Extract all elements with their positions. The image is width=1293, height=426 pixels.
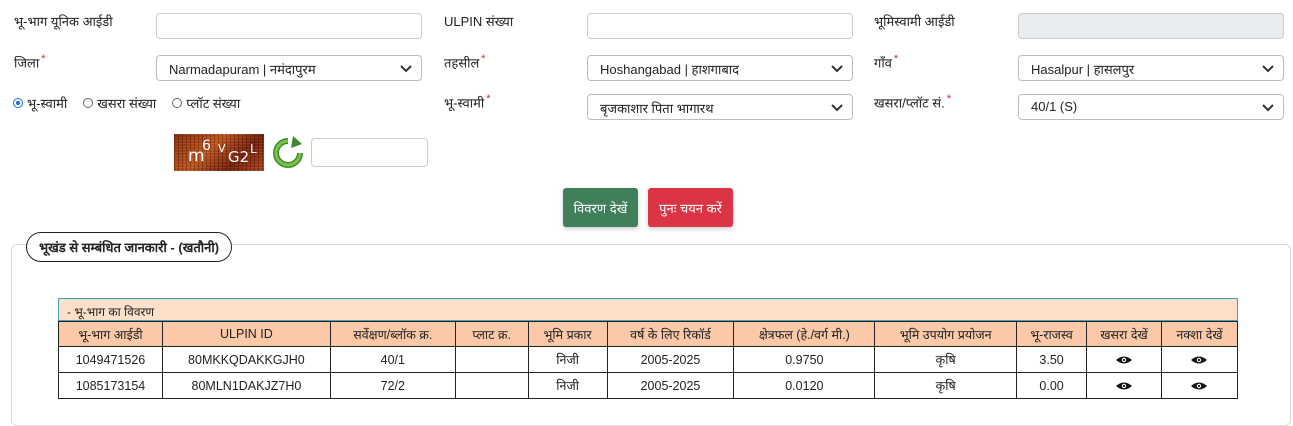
col-header: सर्वेक्षण/ब्लॉक क्र. bbox=[329, 321, 456, 347]
chevron-down-icon bbox=[1262, 104, 1274, 112]
unique-id-input[interactable] bbox=[156, 13, 422, 39]
cell-year: 2005-2025 bbox=[606, 372, 735, 399]
eye-icon[interactable] bbox=[1115, 381, 1133, 391]
cell-year: 2005-2025 bbox=[606, 346, 735, 373]
owner-label: भू-स्वामी * bbox=[444, 93, 491, 111]
owner-select[interactable]: बृजकाशार पिता भागारथ bbox=[587, 94, 853, 120]
tehsil-select[interactable]: Hoshangabad | हाशगाबाद bbox=[587, 55, 853, 81]
refresh-icon[interactable] bbox=[271, 136, 305, 170]
district-select[interactable]: Narmadapuram | नमंदापुरम bbox=[156, 55, 422, 81]
cell-land-id: 1085173154 bbox=[58, 372, 163, 399]
captcha-char: L bbox=[250, 142, 257, 156]
captcha-image: m 6 V G2 L bbox=[174, 134, 264, 171]
cell-ulpin: 80MKKQDAKKGJH0 bbox=[161, 346, 331, 373]
cell-ulpin: 80MLN1DAKJZ7H0 bbox=[161, 372, 331, 399]
radio-khasra-label: खसरा संख्या bbox=[97, 96, 157, 111]
cell-revenue: 0.00 bbox=[1016, 372, 1088, 399]
col-header: नक्शा देखें bbox=[1160, 321, 1239, 347]
cell-land-type: निजी bbox=[527, 346, 608, 373]
cell-survey: 40/1 bbox=[329, 346, 456, 373]
table-row: 1049471526 80MKKQDAKKGJH0 40/1 निजी 2005… bbox=[58, 346, 1239, 373]
owner-id-label: भूमिस्वामी आईडी bbox=[874, 14, 955, 29]
district-value: Narmadapuram | नमंदापुरम bbox=[169, 62, 316, 77]
view-details-button[interactable]: विवरण देखें bbox=[563, 188, 638, 227]
khasra-select[interactable]: 40/1 (S) bbox=[1018, 94, 1284, 120]
owner-value: बृजकाशार पिता भागारथ bbox=[600, 101, 714, 116]
unique-id-label: भू-भाग यूनिक आईडी bbox=[14, 14, 113, 29]
search-mode-group: भू-स्वामी खसरा संख्या प्लॉट संख्या bbox=[13, 94, 240, 112]
tehsil-label: तहसील * bbox=[444, 53, 486, 71]
required-mark: * bbox=[946, 93, 951, 105]
ulpin-input[interactable] bbox=[587, 13, 853, 39]
radio-plot-label: प्लॉट संख्या bbox=[186, 96, 241, 111]
col-header: भूमि उपयोग प्रयोजन bbox=[874, 321, 1018, 347]
chevron-down-icon bbox=[1262, 65, 1274, 73]
col-header: खसरा देखें bbox=[1086, 321, 1162, 347]
village-label: गाँव * bbox=[874, 53, 899, 71]
cell-survey: 72/2 bbox=[329, 372, 456, 399]
tehsil-value: Hoshangabad | हाशगाबाद bbox=[600, 62, 740, 77]
reset-button[interactable]: पुनः चयन करें bbox=[648, 188, 733, 227]
col-header: भू-राजस्व bbox=[1016, 321, 1088, 347]
cell-view-map bbox=[1160, 372, 1239, 399]
captcha-char: G2 bbox=[228, 148, 250, 166]
table-row: 1085173154 80MLN1DAKJZ7H0 72/2 निजी 2005… bbox=[58, 372, 1239, 399]
col-header: ULPIN ID bbox=[161, 321, 331, 347]
required-mark: * bbox=[481, 53, 486, 65]
captcha-input[interactable] bbox=[311, 138, 428, 167]
section-title: भूखंड से सम्बंधित जानकारी - (खतौनी) bbox=[26, 232, 233, 262]
eye-icon[interactable] bbox=[1115, 355, 1133, 365]
chevron-down-icon bbox=[400, 65, 412, 73]
cell-view-khasra bbox=[1086, 372, 1162, 399]
col-header: प्लाट क्र. bbox=[454, 321, 529, 347]
captcha-char: V bbox=[218, 142, 226, 155]
col-header: भू-भाग आईडी bbox=[58, 321, 163, 347]
land-details-table: भू-भाग आईडी ULPIN ID सर्वेक्षण/ब्लॉक क्र… bbox=[58, 321, 1239, 399]
cell-land-id: 1049471526 bbox=[58, 346, 163, 373]
cell-plot bbox=[454, 372, 529, 399]
cell-plot bbox=[454, 346, 529, 373]
required-mark: * bbox=[893, 53, 899, 65]
village-value: Hasalpur | हासलपुर bbox=[1031, 62, 1135, 77]
khasra-label: खसरा/प्लॉट सं. * bbox=[874, 93, 951, 111]
cell-area: 0.9750 bbox=[733, 346, 876, 373]
owner-id-input bbox=[1018, 13, 1284, 39]
col-header: भूमि प्रकार bbox=[527, 321, 608, 347]
radio-owner[interactable] bbox=[13, 98, 23, 108]
table-header-row: भू-भाग आईडी ULPIN ID सर्वेक्षण/ब्लॉक क्र… bbox=[58, 321, 1239, 347]
eye-icon[interactable] bbox=[1190, 355, 1208, 365]
col-header: वर्ष के लिए रिकॉर्ड bbox=[606, 321, 735, 347]
cell-usage: कृषि bbox=[874, 372, 1018, 399]
village-select[interactable]: Hasalpur | हासलपुर bbox=[1018, 55, 1284, 81]
cell-view-map bbox=[1160, 346, 1239, 373]
chevron-down-icon bbox=[831, 104, 843, 112]
ulpin-label: ULPIN संख्या bbox=[444, 14, 514, 29]
district-label: जिला * bbox=[14, 53, 46, 71]
radio-owner-label: भू-स्वामी bbox=[27, 96, 68, 111]
table-title: - भू-भाग का विवरण bbox=[58, 298, 1238, 321]
eye-icon[interactable] bbox=[1190, 381, 1208, 391]
required-mark: * bbox=[486, 93, 491, 105]
required-mark: * bbox=[41, 53, 46, 65]
cell-area: 0.0120 bbox=[733, 372, 876, 399]
radio-plot[interactable] bbox=[172, 98, 183, 108]
captcha-char: 6 bbox=[202, 138, 211, 154]
cell-usage: कृषि bbox=[874, 346, 1018, 373]
cell-view-khasra bbox=[1086, 346, 1162, 373]
col-header: क्षेत्रफल (हे./वर्ग मी.) bbox=[733, 321, 876, 347]
khasra-value: 40/1 (S) bbox=[1031, 99, 1078, 114]
cell-land-type: निजी bbox=[527, 372, 608, 399]
radio-khasra[interactable] bbox=[83, 98, 94, 108]
chevron-down-icon bbox=[831, 65, 843, 73]
cell-revenue: 3.50 bbox=[1016, 346, 1088, 373]
